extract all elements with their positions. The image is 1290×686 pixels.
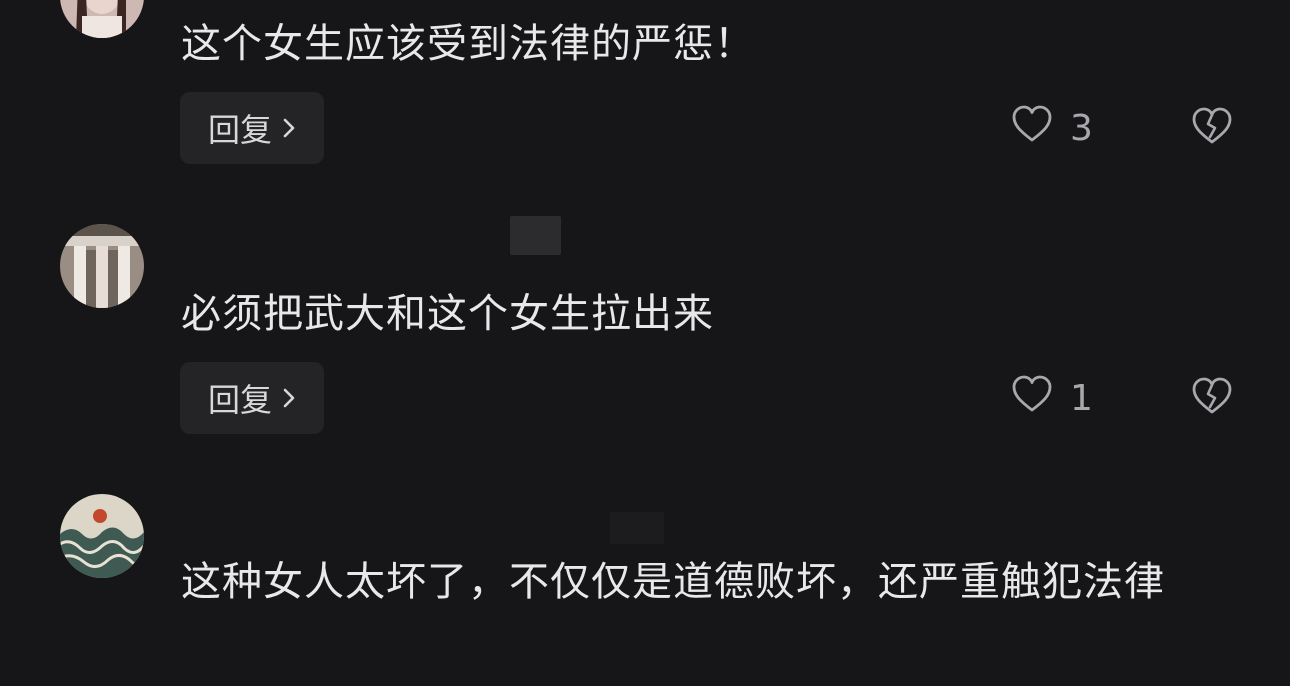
heart-outline-icon [1010, 104, 1054, 153]
broken-heart-icon [1190, 106, 1234, 150]
like-count: 3 [1070, 107, 1093, 149]
dislike-button[interactable] [1188, 92, 1236, 164]
username-mask [610, 512, 664, 544]
like-button[interactable]: 3 [1010, 92, 1093, 164]
comment-text: 这种女人太坏了，不仅仅是道德败坏，还严重触犯法律 [181, 559, 1165, 605]
username-mask [510, 216, 561, 255]
reply-button[interactable]: 回复 [180, 362, 324, 434]
comment-text: 这个女生应该受到法律的严惩！ [181, 21, 755, 67]
heart-outline-icon [1010, 374, 1054, 423]
reply-label: 回复 [207, 111, 272, 149]
avatar[interactable] [60, 0, 144, 38]
like-button[interactable]: 1 [1010, 362, 1093, 434]
dislike-button[interactable] [1188, 362, 1236, 434]
avatar[interactable] [60, 494, 144, 578]
reply-label: 回复 [207, 381, 272, 419]
chevron-right-icon [282, 117, 296, 139]
like-count: 1 [1070, 377, 1093, 419]
reply-button[interactable]: 回复 [180, 92, 324, 164]
broken-heart-icon [1190, 376, 1234, 420]
avatar[interactable] [60, 224, 144, 308]
comment-text: 必须把武大和这个女生拉出来 [181, 291, 714, 337]
chevron-right-icon [282, 387, 296, 409]
